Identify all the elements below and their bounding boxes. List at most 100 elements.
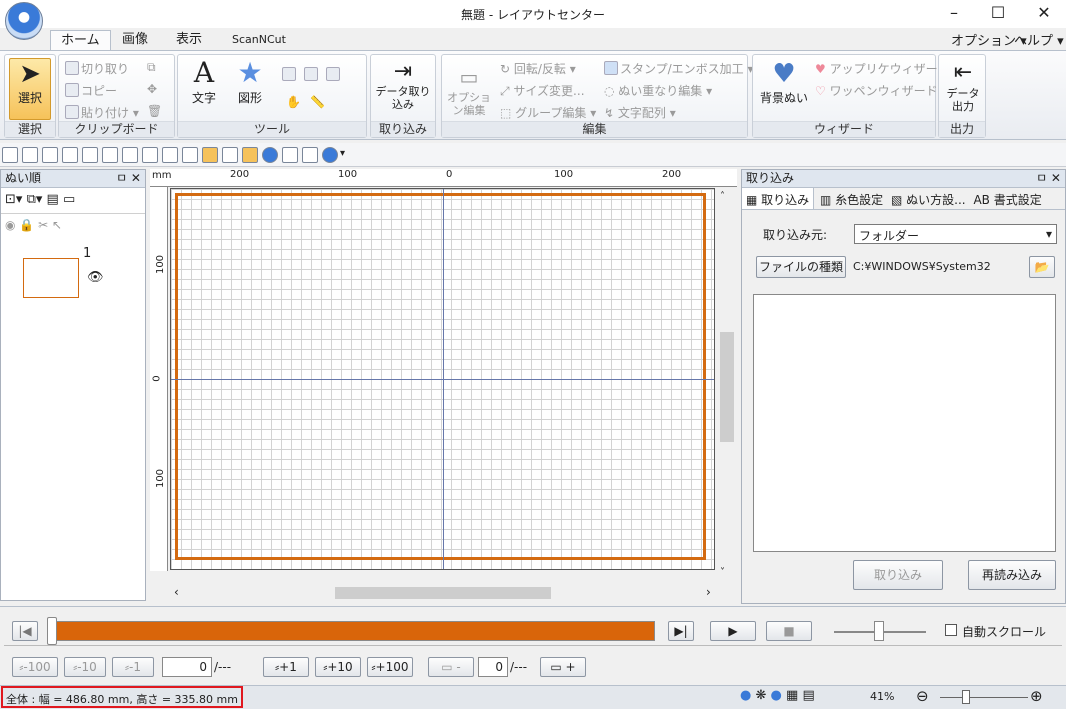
redo-icon[interactable] xyxy=(102,147,118,163)
preview-icon[interactable] xyxy=(62,147,78,163)
copy-button[interactable]: コピー xyxy=(65,82,117,99)
stitch-mode-icon[interactable] xyxy=(202,147,218,163)
zoom-slider-handle[interactable] xyxy=(962,690,970,704)
blue-circle-icon[interactable] xyxy=(262,147,278,163)
stitch-image-icon[interactable] xyxy=(222,147,238,163)
hoop-icon[interactable] xyxy=(142,147,158,163)
color-index-input[interactable]: 0 xyxy=(478,657,508,677)
layout-icon[interactable] xyxy=(162,147,178,163)
select-order-icon[interactable]: ⊡▾ xyxy=(5,192,22,207)
stamp-emboss-button[interactable]: スタンプ/エンボス加工 ▾ xyxy=(604,60,754,77)
data-output-button[interactable]: ⇤ データ出力 xyxy=(942,59,984,113)
file-type-button[interactable]: ファイルの種類 xyxy=(756,256,846,278)
speed-slider-handle[interactable] xyxy=(874,621,884,641)
mode-page-icon[interactable]: ▤ xyxy=(802,688,814,703)
help-menu[interactable]: ヘルプ ▾ xyxy=(1014,30,1064,49)
overlap-edit-button[interactable]: ◌ ぬい重なり編集 ▾ xyxy=(604,82,712,99)
tab-scanncut[interactable]: ScanNCut xyxy=(222,30,296,51)
stitch-count-input[interactable]: 0 xyxy=(162,657,212,677)
forward-1-button[interactable]: ⸗+1 xyxy=(263,657,309,677)
tab-import[interactable]: ▦ 取り込み xyxy=(742,188,815,209)
scroll-up-icon[interactable]: ˄ xyxy=(720,191,725,202)
view-mode-icons[interactable]: ● ❋ ● ▦ ▤ xyxy=(740,688,815,703)
scroll-right-icon[interactable]: › xyxy=(706,585,711,599)
hide-icon[interactable]: ✂ xyxy=(38,218,48,232)
vertical-scrollbar[interactable]: ˄ ˅ xyxy=(717,187,737,584)
scroll-thumb-horizontal[interactable] xyxy=(335,587,551,599)
design-property-icon[interactable] xyxy=(122,147,138,163)
forward-10-button[interactable]: ⸗+10 xyxy=(315,657,361,677)
forward-100-button[interactable]: ⸗+100 xyxy=(367,657,413,677)
tab-text-format[interactable]: AB 書式設定 xyxy=(971,188,1043,209)
progress-slider-handle[interactable] xyxy=(47,617,57,645)
zoom-slider[interactable] xyxy=(940,697,1028,698)
cut-button[interactable]: 切り取り xyxy=(65,60,129,77)
go-to-start-button[interactable]: |◀ xyxy=(12,621,38,641)
scroll-down-icon[interactable]: ˅ xyxy=(720,567,725,578)
color-next-button[interactable]: ▭ + xyxy=(540,657,586,677)
color-prev-button[interactable]: ▭ - xyxy=(428,657,474,677)
pin-close-icons[interactable]: ㅁ ✕ xyxy=(116,170,145,187)
select-button[interactable]: ➤ 選択 xyxy=(9,58,51,120)
text-array-button[interactable]: ↯ 文字配列 ▾ xyxy=(604,104,676,121)
source-select[interactable]: フォルダー ▾ xyxy=(854,224,1057,244)
resize-button[interactable]: ⤢ サイズ変更... xyxy=(500,82,585,99)
browse-folder-icon[interactable]: 📂 xyxy=(1029,256,1055,278)
design-canvas[interactable] xyxy=(170,188,715,570)
back-100-button[interactable]: ⸗-100 xyxy=(12,657,58,677)
undo-icon[interactable] xyxy=(82,147,98,163)
rotate-flip-button[interactable]: ↻ 回転/反転 ▾ xyxy=(500,60,576,77)
mode-realistic-icon[interactable]: ● xyxy=(771,688,782,703)
move-icon[interactable]: ✥ xyxy=(147,82,157,96)
zoom-in-icon[interactable] xyxy=(282,67,298,82)
mode-blue-icon[interactable]: ● xyxy=(740,688,751,703)
realistic-view-icon[interactable] xyxy=(242,147,258,163)
new-file-icon[interactable] xyxy=(2,147,18,163)
horizontal-scrollbar[interactable]: ‹ › xyxy=(170,584,717,602)
transfer-icon[interactable] xyxy=(322,147,338,163)
minimize-button[interactable]: – xyxy=(943,3,965,25)
tab-thread-color[interactable]: ▥ 糸色設定 xyxy=(818,188,885,209)
file-list[interactable] xyxy=(753,294,1056,552)
zoom-out-button[interactable]: ⊖ xyxy=(916,687,929,705)
go-to-end-button[interactable]: ▶| xyxy=(668,621,694,641)
import-button[interactable]: 取り込み xyxy=(853,560,943,590)
group-edit-button[interactable]: ⬚ グループ編集 ▾ xyxy=(500,104,596,121)
background-stitch-button[interactable]: ♥ 背景ぬい xyxy=(757,59,811,106)
autoscroll-checkbox[interactable] xyxy=(945,624,957,636)
mode-stitch-icon[interactable]: ❋ xyxy=(755,688,766,703)
stitch-thumbnail[interactable] xyxy=(23,258,79,298)
group-order-icon[interactable]: ⧉▾ xyxy=(27,192,43,207)
zoom-fit-icon[interactable] xyxy=(326,67,342,82)
tab-home[interactable]: ホーム xyxy=(50,30,111,51)
save-icon[interactable] xyxy=(42,147,58,163)
open-folder-icon[interactable] xyxy=(22,147,38,163)
print-icon[interactable] xyxy=(302,147,318,163)
print-preview-icon[interactable] xyxy=(282,147,298,163)
zoom-out-icon[interactable] xyxy=(304,67,320,82)
back-10-button[interactable]: ⸗-10 xyxy=(64,657,106,677)
mode-grid-icon[interactable]: ▦ xyxy=(786,688,798,703)
eye-toggle-icon[interactable]: ◉ xyxy=(5,218,15,232)
measure-icon[interactable]: 📏 xyxy=(310,95,325,109)
scroll-thumb-vertical[interactable] xyxy=(720,332,734,442)
shape-tool-button[interactable]: ★ 図形 xyxy=(230,57,270,106)
back-1-button[interactable]: ⸗-1 xyxy=(112,657,154,677)
import-pin-close-icons[interactable]: ㅁ ✕ xyxy=(1036,170,1065,187)
customize-dropdown-icon[interactable]: ▾ xyxy=(340,148,345,159)
tab-view[interactable]: 表示 xyxy=(166,30,212,51)
help-icon[interactable] xyxy=(182,147,198,163)
color-order-icon[interactable]: ▤ xyxy=(47,192,59,207)
maximize-button[interactable]: ☐ xyxy=(987,3,1009,25)
data-import-button[interactable]: ⇥ データ取り込み xyxy=(375,59,431,111)
reload-button[interactable]: 再読み込み xyxy=(968,560,1056,590)
duplicate-icon[interactable]: ⧉ xyxy=(147,60,156,75)
zoom-in-button[interactable]: ⊕ xyxy=(1030,687,1043,705)
frame-icon[interactable]: ▭ xyxy=(63,192,75,207)
stitch-progress-bar[interactable] xyxy=(48,621,655,641)
eye-icon[interactable]: 👁 xyxy=(87,270,104,285)
lock-icon[interactable]: 🔒 xyxy=(19,218,34,232)
patch-wizard-button[interactable]: ♡ ワッペンウィザード xyxy=(815,82,938,99)
option-edit-button[interactable]: ▭ オプション編集 xyxy=(446,63,492,117)
tab-image[interactable]: 画像 xyxy=(112,30,158,51)
